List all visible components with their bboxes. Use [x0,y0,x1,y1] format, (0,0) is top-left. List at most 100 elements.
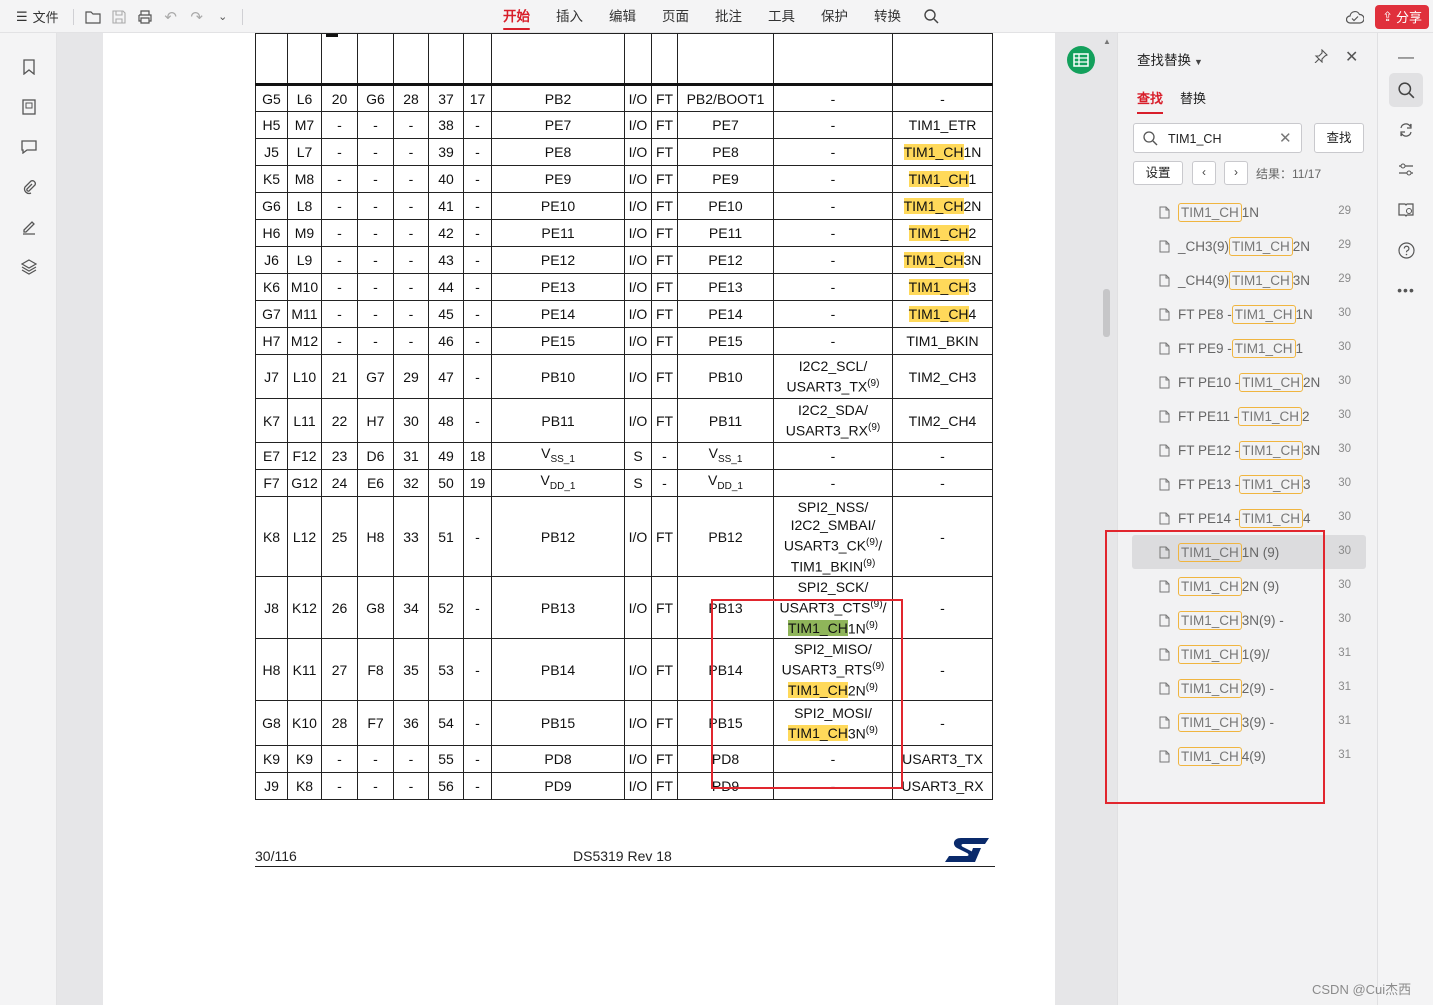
attachment-icon[interactable] [0,167,57,207]
open-folder-icon[interactable] [80,0,106,33]
search-field[interactable]: ✕ [1133,123,1302,153]
document-scrollbar[interactable]: ▲ [1103,37,1111,1001]
table-cell: TIM2_CH3 [892,354,993,399]
panel-title[interactable]: 查找替换 ▼ [1137,49,1203,69]
table-cell: - [357,273,394,301]
table-cell: G7 [357,354,394,399]
comment-icon[interactable] [0,127,57,167]
footnote-mark: (9) [866,536,879,548]
table-cell: FT [651,700,678,746]
share-icon: ⇪ [1382,8,1393,24]
table-row: G7 M11- - -45- PE14 I/O FT PE14- TIM1_CH4 [255,300,993,328]
menu-search-icon[interactable] [914,0,949,33]
close-icon[interactable]: ✕ [1345,47,1358,67]
translate-icon[interactable] [1389,113,1423,147]
scrollbar-thumb[interactable] [1103,289,1110,337]
table-cell: L11 [287,398,322,443]
search-result-item[interactable]: FT PE10 - TIM1_CH 2N 30 [1132,365,1366,399]
table-cell: FT [651,165,678,193]
result-page-number: 30 [1338,579,1351,591]
document-icon [1159,342,1173,355]
save-icon[interactable] [106,0,132,33]
menu-edit[interactable]: 编辑 [596,0,649,33]
spreadsheet-convert-icon[interactable] [1067,46,1095,74]
print-icon[interactable] [132,0,158,33]
table-cell: PB11 [677,398,774,443]
table-cell: M11 [287,300,322,328]
find-button[interactable]: 查找 [1314,123,1364,153]
table-cell: - [463,772,492,800]
minimize-icon[interactable]: — [1389,41,1423,75]
search-result-item[interactable]: FT PE12 - TIM1_CH 3N 30 [1132,433,1366,467]
result-match: TIM1_CH [1229,236,1293,256]
table-cell: 23 [321,442,358,470]
clear-icon[interactable]: ✕ [1279,129,1292,147]
menu-protect[interactable]: 保护 [808,0,861,33]
menu-comment[interactable]: 批注 [702,0,755,33]
result-suffix: 1N [1295,306,1313,322]
menu-start[interactable]: 开始 [490,0,543,33]
menu-page[interactable]: 页面 [649,0,702,33]
search-result-item[interactable]: TIM1_CH 1N 29 [1132,195,1366,229]
thumbnail-icon[interactable] [0,87,57,127]
table-cell: TIM1_CH4 [892,300,993,328]
search-input[interactable] [1168,130,1268,148]
search-result-item[interactable]: FT PE8 - TIM1_CH 1N 30 [1132,297,1366,331]
table-row: G5 L6 20 G6 28 37 17 PB2 I/O FT PB2/BOOT1- - [255,84,993,112]
redo-icon[interactable]: ↷ [184,0,210,33]
table-cell: VSS_1 [491,442,625,470]
scroll-up-icon[interactable]: ▲ [1103,37,1111,46]
menu-tools[interactable]: 工具 [755,0,808,33]
layers-icon[interactable] [0,247,57,287]
search-result-item[interactable]: FT PE11 - TIM1_CH 2 30 [1132,399,1366,433]
table-cell: 44 [428,273,464,301]
table-cell: - [463,138,492,166]
share-button[interactable]: ⇪ 分享 [1375,4,1429,29]
signature-icon[interactable] [0,207,57,247]
search-result-item[interactable]: _CH3(9) TIM1_CH 2N 29 [1132,229,1366,263]
document-icon [1159,410,1173,423]
document-icon [1159,444,1173,457]
prev-result-button[interactable]: ‹ [1192,161,1216,185]
result-page-number: 29 [1338,205,1351,217]
cell-text: 2 [968,225,977,241]
table-cell: - [463,219,492,247]
table-cell: 56 [428,772,464,800]
result-match: TIM1_CH [1231,304,1296,324]
read-mode-icon[interactable] [1389,193,1423,227]
help-icon[interactable] [1389,233,1423,267]
more-dropdown-icon[interactable]: ⌄ [210,0,236,33]
table-cell: 25 [321,496,358,577]
table-cell: L10 [287,354,322,399]
subscript: DD_1 [717,480,743,492]
document-revision: DS5319 Rev 18 [573,848,672,864]
settings-button[interactable]: 设置 [1133,161,1183,185]
menu-insert[interactable]: 插入 [543,0,596,33]
table-cell: PB12 [491,496,625,577]
search-icon[interactable] [1389,73,1423,107]
table-cell: 37 [428,84,464,112]
table-cell: 47 [428,354,464,399]
more-icon[interactable]: ••• [1389,273,1423,307]
table-cell: - [357,192,394,220]
file-menu[interactable]: ☰ 文件 [0,0,67,33]
result-match: TIM1_CH [1231,338,1296,358]
table-cell: F8 [357,638,394,701]
table-cell: - [393,138,429,166]
tab-replace[interactable]: 替换 [1180,88,1206,107]
search-result-item[interactable]: FT PE13 - TIM1_CH 3 30 [1132,467,1366,501]
table-cell: L9 [287,246,322,274]
search-result-item[interactable]: _CH4(9) TIM1_CH 3N 29 [1132,263,1366,297]
undo-icon[interactable]: ↶ [158,0,184,33]
tab-find[interactable]: 查找 [1137,88,1164,114]
table-cell: PB2 [491,84,625,112]
adjust-icon[interactable] [1389,153,1423,187]
pin-icon[interactable] [1314,48,1328,68]
search-result-item[interactable]: FT PE9 - TIM1_CH 1 30 [1132,331,1366,365]
menu-convert[interactable]: 转换 [861,0,914,33]
cloud-sync-icon[interactable] [1345,7,1365,27]
bookmark-icon[interactable] [0,47,57,87]
next-result-button[interactable]: › [1224,161,1248,185]
table-row: G6 L8- - -41- PE10 I/O FT PE10- TIM1_CH2N [255,192,993,220]
table-cell: G6 [357,84,394,112]
